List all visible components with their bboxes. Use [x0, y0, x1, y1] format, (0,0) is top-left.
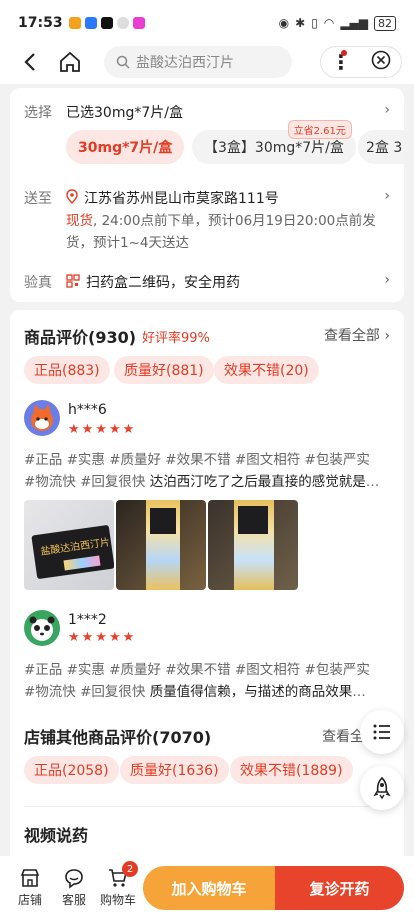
- list-menu-button[interactable]: [360, 710, 404, 754]
- spec-option-3[interactable]: 2盒 3: [358, 130, 404, 164]
- close-button[interactable]: [371, 50, 391, 74]
- store-tag-authentic[interactable]: 正品(2058): [24, 756, 119, 784]
- review-text[interactable]: #物流快 #回复很快 质量值得信赖，与描述的商品效果一样...: [24, 680, 370, 700]
- capsule-actions: ⋮: [320, 46, 402, 78]
- home-icon: [60, 51, 80, 72]
- store-tag-effective[interactable]: 效果不错(1889): [230, 756, 353, 784]
- qr-code-icon: [66, 273, 80, 292]
- delivery-label: 送至: [24, 191, 52, 207]
- status-time: 17:53: [18, 15, 63, 31]
- shop-button[interactable]: 店铺: [8, 867, 52, 908]
- app-notification-icon: [84, 17, 97, 29]
- product-options-card: 选择 已选30mg*7片/盒 › 30mg*7片/盒 【3盒】30mg*7片/盒…: [10, 88, 404, 302]
- verify-label: 验真: [24, 275, 52, 291]
- shop-label: 店铺: [17, 893, 42, 907]
- search-input[interactable]: 盐酸达泊西汀片: [104, 46, 292, 78]
- store-icon: [20, 869, 40, 887]
- spec-option-2[interactable]: 【3盒】30mg*7片/盒 立省2.61元: [192, 120, 356, 164]
- back-button[interactable]: [16, 48, 44, 76]
- chevron-right-icon[interactable]: ›: [384, 272, 390, 288]
- review-photo[interactable]: [208, 500, 298, 590]
- view-all-reviews-link[interactable]: 查看全部 ›: [324, 325, 390, 345]
- chat-icon: [65, 869, 83, 889]
- review-photo[interactable]: 盐酸达泊西汀片: [24, 500, 114, 590]
- search-placeholder: 盐酸达泊西汀片: [136, 55, 234, 71]
- review-content: 达泊西汀吃了之后最直接的感觉就是龟...: [149, 474, 392, 490]
- wifi-icon: ◠: [323, 16, 335, 30]
- stock-status: 现货: [66, 213, 93, 229]
- rocket-icon: [373, 776, 391, 800]
- app-notification-icon: [68, 17, 81, 29]
- list-icon: [373, 724, 390, 740]
- back-to-top-button[interactable]: [360, 766, 404, 810]
- divider: [24, 806, 390, 807]
- reviews-title: 商品评价(930): [24, 328, 137, 347]
- app-notification-icon: [132, 17, 145, 29]
- eye-icon: ◉: [278, 16, 290, 30]
- review-photo[interactable]: [116, 500, 206, 590]
- top-nav: 盐酸达泊西汀片 ⋮: [0, 40, 414, 84]
- cart-label: 购物车: [99, 893, 136, 907]
- delivery-time-line2: 货，预计1~4天送达: [66, 235, 189, 251]
- more-button[interactable]: ⋮: [331, 50, 351, 74]
- reviewer-name: h***6: [68, 402, 107, 418]
- avatar: [24, 400, 60, 436]
- consult-prescription-button[interactable]: 复诊开药: [275, 866, 404, 910]
- cart-count-badge: 2: [122, 861, 138, 877]
- search-icon: [116, 55, 130, 69]
- review-tag-quality[interactable]: 质量好(881): [114, 356, 214, 384]
- customer-service-button[interactable]: 客服: [52, 867, 96, 908]
- home-button[interactable]: [56, 48, 84, 76]
- spec-label: 选择: [24, 105, 52, 121]
- add-to-cart-button[interactable]: 加入购物车: [143, 866, 275, 910]
- chevron-right-icon[interactable]: ›: [384, 188, 390, 204]
- delivery-info: 现货, 24:00点前下单，预计06月19日20:00点前发 货，预计1~4天送…: [66, 210, 392, 254]
- chevron-right-icon[interactable]: ›: [384, 102, 390, 118]
- location-pin-icon: [66, 189, 78, 208]
- review-hashtags: #正品 #实惠 #质量好 #效果不错 #图文相符 #包装严实: [24, 662, 370, 678]
- spec-option-1[interactable]: 30mg*7片/盒: [66, 130, 185, 164]
- promo-badge: 立省2.61元: [287, 120, 352, 139]
- signal-icon: ▂▄▆: [340, 16, 368, 30]
- tiktok-icon: [100, 17, 113, 29]
- bluetooth-icon: ✱: [295, 16, 306, 30]
- store-tag-quality[interactable]: 质量好(1636): [120, 756, 229, 784]
- reviewer-name: 1***2: [68, 612, 107, 628]
- avatar: [24, 610, 60, 646]
- reviews-card: 商品评价(930) 好评率99% 查看全部 › 正品(883) 质量好(881)…: [10, 310, 404, 870]
- review-hashtags: #正品 #实惠 #质量好 #效果不错 #图文相符 #包装严实: [24, 452, 370, 468]
- view-all-label: 查看全部: [323, 328, 380, 344]
- battery-icon: 82: [374, 15, 396, 31]
- back-arrow-icon: [24, 53, 35, 71]
- cart-button[interactable]: 2 购物车: [96, 861, 140, 908]
- review-text[interactable]: #物流快 #回复很快 达泊西汀吃了之后最直接的感觉就是龟...: [24, 470, 392, 490]
- bottom-action-bar: 店铺 客服 2 购物车 加入购物车 复诊开药: [0, 856, 414, 919]
- app-notification-icon: [116, 17, 129, 29]
- system-icons: ◉ ✱ ▯ ◠ ▂▄▆ 82: [278, 15, 396, 31]
- store-reviews-title: 店铺其他商品评价(7070): [24, 728, 212, 747]
- review-tag-authentic[interactable]: 正品(883): [24, 356, 110, 384]
- view-all-store-reviews-link[interactable]: 查看全: [322, 726, 364, 746]
- positive-rate: 好评率99%: [142, 331, 210, 346]
- verify-text[interactable]: 扫药盒二维码，安全用药: [86, 272, 240, 292]
- vibrate-icon: ▯: [311, 16, 318, 30]
- review-content: 质量值得信赖，与描述的商品效果一样...: [149, 684, 370, 700]
- spec-selected[interactable]: 已选30mg*7片/盒: [66, 102, 183, 122]
- close-icon: [371, 50, 391, 70]
- delivery-address[interactable]: 江苏省苏州昆山市莫家路111号: [84, 188, 279, 208]
- video-section-title: 视频说药: [24, 826, 89, 845]
- review-tag-effective[interactable]: 效果不错(20): [214, 356, 319, 384]
- rating-stars: ★★★★★: [68, 422, 137, 437]
- review-hashtags-2: #物流快 #回复很快: [24, 684, 150, 700]
- rating-stars: ★★★★★: [68, 630, 137, 645]
- delivery-time-line1: , 24:00点前下单，预计06月19日20:00点前发: [93, 213, 376, 229]
- notification-icons: [68, 17, 145, 29]
- review-hashtags-2: #物流快 #回复很快: [24, 474, 150, 490]
- service-label: 客服: [61, 893, 86, 907]
- spec-option-2-label: 【3盒】30mg*7片/盒: [204, 140, 344, 156]
- notification-dot: [341, 50, 347, 56]
